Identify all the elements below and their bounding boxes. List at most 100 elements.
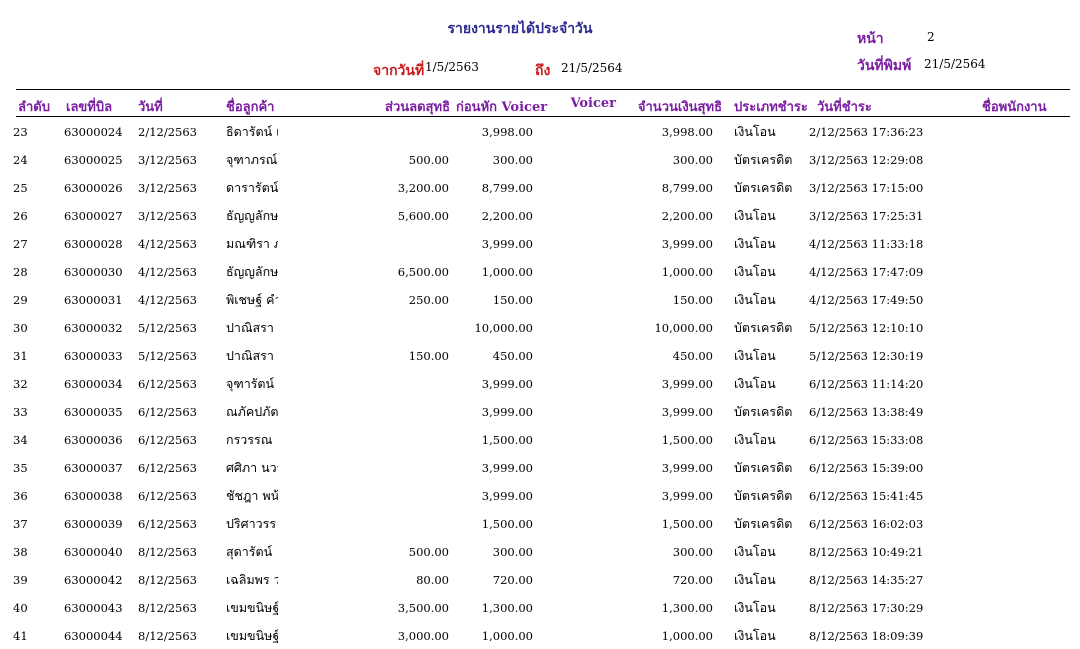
cell-customer: จุฑารัตน์ <box>226 376 275 391</box>
cell-seq: 37 <box>13 517 28 531</box>
table-row: 32 63000034 6/12/2563 จุฑารัตน์ 3,999.00 3,99… <box>0 369 1080 397</box>
cell-customer: เขมขนิษฐ์ <box>226 628 278 643</box>
cell-payment-type: เงินโอน <box>734 432 776 447</box>
cell-seq: 40 <box>13 601 28 615</box>
col-header-net-amount: จำนวนเงินสุทธิ <box>637 100 722 115</box>
cell-net-amount: 300.00 <box>672 153 713 167</box>
cell-payment-type: เงินโอน <box>734 572 776 587</box>
cell-bill-no: 63000037 <box>64 461 123 475</box>
table-row: 29 63000031 4/12/2563 พิเชษฐ์ คำ 250.00 150.0… <box>0 285 1080 313</box>
cell-discount: 500.00 <box>408 545 449 559</box>
page-label: หน้า <box>857 31 884 47</box>
cell-paid-date: 4/12/2563 11:33:18 <box>809 237 924 251</box>
cell-seq: 28 <box>13 265 28 279</box>
cell-seq: 32 <box>13 377 28 391</box>
cell-before-voucher: 3,999.00 <box>481 405 533 419</box>
cell-seq: 41 <box>13 629 28 643</box>
cell-date: 8/12/2563 <box>138 545 197 559</box>
cell-paid-date: 8/12/2563 18:09:39 <box>809 629 924 643</box>
cell-before-voucher: 450.00 <box>492 349 533 363</box>
cell-seq: 30 <box>13 321 28 335</box>
cell-payment-type: เงินโอน <box>734 208 776 223</box>
cell-seq: 39 <box>13 573 28 587</box>
print-date-value: 21/5/2564 <box>924 57 986 71</box>
cell-seq: 34 <box>13 433 28 447</box>
cell-date: 2/12/2563 <box>138 125 197 139</box>
cell-before-voucher: 720.00 <box>492 573 533 587</box>
cell-net-amount: 450.00 <box>672 349 713 363</box>
cell-discount: 3,500.00 <box>397 601 449 615</box>
cell-before-voucher: 3,999.00 <box>481 377 533 391</box>
cell-bill-no: 63000036 <box>64 433 123 447</box>
table-row: 39 63000042 8/12/2563 เฉลิมพร ว 80.00 720.00 7… <box>0 565 1080 593</box>
cell-before-voucher: 1,000.00 <box>481 629 533 643</box>
col-header-discount: ส่วนลดสุทธิ <box>385 100 450 115</box>
cell-bill-no: 63000025 <box>64 153 123 167</box>
cell-date: 8/12/2563 <box>138 601 197 615</box>
cell-net-amount: 2,200.00 <box>661 209 713 223</box>
table-row: 34 63000036 6/12/2563 กรวรรณ 1,500.00 1,500.0… <box>0 425 1080 453</box>
table-row: 27 63000028 4/12/2563 มณฑิรา ภ 3,999.00 3,999… <box>0 229 1080 257</box>
cell-discount: 500.00 <box>408 153 449 167</box>
cell-customer: ธัญญลักษ <box>226 264 278 279</box>
cell-date: 6/12/2563 <box>138 517 197 531</box>
cell-payment-type: เงินโอน <box>734 376 776 391</box>
cell-bill-no: 63000033 <box>64 349 123 363</box>
cell-net-amount: 1,500.00 <box>661 517 713 531</box>
cell-net-amount: 3,999.00 <box>661 461 713 475</box>
cell-before-voucher: 150.00 <box>492 293 533 307</box>
cell-seq: 27 <box>13 237 28 251</box>
cell-bill-no: 63000031 <box>64 293 123 307</box>
table-row: 24 63000025 3/12/2563 จุฑาภรณ์ 500.00 300.00 3… <box>0 145 1080 173</box>
col-header-employee: ชื่อพนักงาน <box>982 100 1047 115</box>
page-number: 2 <box>927 30 935 44</box>
cell-net-amount: 3,999.00 <box>661 405 713 419</box>
cell-net-amount: 8,799.00 <box>661 181 713 195</box>
cell-payment-type: บัตรเครดิต <box>734 152 793 167</box>
cell-customer: เฉลิมพร ว <box>226 572 278 587</box>
table-row: 30 63000032 5/12/2563 ปาณิสรา เ 10,000.00 10,… <box>0 313 1080 341</box>
table-row: 23 63000024 2/12/2563 ธิดารัตน์ แ 3,998.00 3,… <box>0 117 1080 145</box>
cell-customer: ศศิภา นวร <box>226 460 278 475</box>
cell-seq: 35 <box>13 461 28 475</box>
cell-paid-date: 6/12/2563 16:02:03 <box>809 517 924 531</box>
cell-discount: 3,000.00 <box>397 629 449 643</box>
cell-customer: ณภัคปภัต <box>226 404 278 419</box>
cell-payment-type: เงินโอน <box>734 348 776 363</box>
cell-paid-date: 3/12/2563 17:25:31 <box>809 209 924 223</box>
cell-bill-no: 63000030 <box>64 265 123 279</box>
cell-payment-type: บัตรเครดิต <box>734 516 793 531</box>
cell-bill-no: 63000026 <box>64 181 123 195</box>
header-top-rule <box>16 89 1070 90</box>
cell-net-amount: 10,000.00 <box>654 321 713 335</box>
cell-before-voucher: 3,999.00 <box>481 461 533 475</box>
cell-bill-no: 63000028 <box>64 237 123 251</box>
cell-bill-no: 63000044 <box>64 629 123 643</box>
cell-date: 4/12/2563 <box>138 293 197 307</box>
cell-customer: ชัชฎา พน้ <box>226 488 278 503</box>
cell-discount: 150.00 <box>408 349 449 363</box>
cell-payment-type: เงินโอน <box>734 264 776 279</box>
cell-before-voucher: 3,998.00 <box>481 125 533 139</box>
cell-bill-no: 63000032 <box>64 321 123 335</box>
table-row: 28 63000030 4/12/2563 ธัญญลักษ 6,500.00 1,000… <box>0 257 1080 285</box>
cell-date: 4/12/2563 <box>138 265 197 279</box>
col-header-customer: ชื่อลูกค้า <box>226 100 275 115</box>
cell-before-voucher: 3,999.00 <box>481 237 533 251</box>
cell-bill-no: 63000040 <box>64 545 123 559</box>
cell-net-amount: 1,300.00 <box>661 601 713 615</box>
cell-discount: 80.00 <box>416 573 449 587</box>
cell-seq: 38 <box>13 545 28 559</box>
cell-date: 4/12/2563 <box>138 237 197 251</box>
table-row: 25 63000026 3/12/2563 ดารารัตน์ 3,200.00 8,79… <box>0 173 1080 201</box>
cell-paid-date: 6/12/2563 15:39:00 <box>809 461 924 475</box>
cell-seq: 33 <box>13 405 28 419</box>
cell-paid-date: 5/12/2563 12:30:19 <box>809 349 924 363</box>
cell-net-amount: 1,500.00 <box>661 433 713 447</box>
cell-discount: 5,600.00 <box>397 209 449 223</box>
cell-seq: 26 <box>13 209 28 223</box>
cell-date: 6/12/2563 <box>138 489 197 503</box>
table-row: 35 63000037 6/12/2563 ศศิภา นวร 3,999.00 3,99… <box>0 453 1080 481</box>
cell-paid-date: 8/12/2563 10:49:21 <box>809 545 924 559</box>
table-row: 26 63000027 3/12/2563 ธัญญลักษ 5,600.00 2,200… <box>0 201 1080 229</box>
